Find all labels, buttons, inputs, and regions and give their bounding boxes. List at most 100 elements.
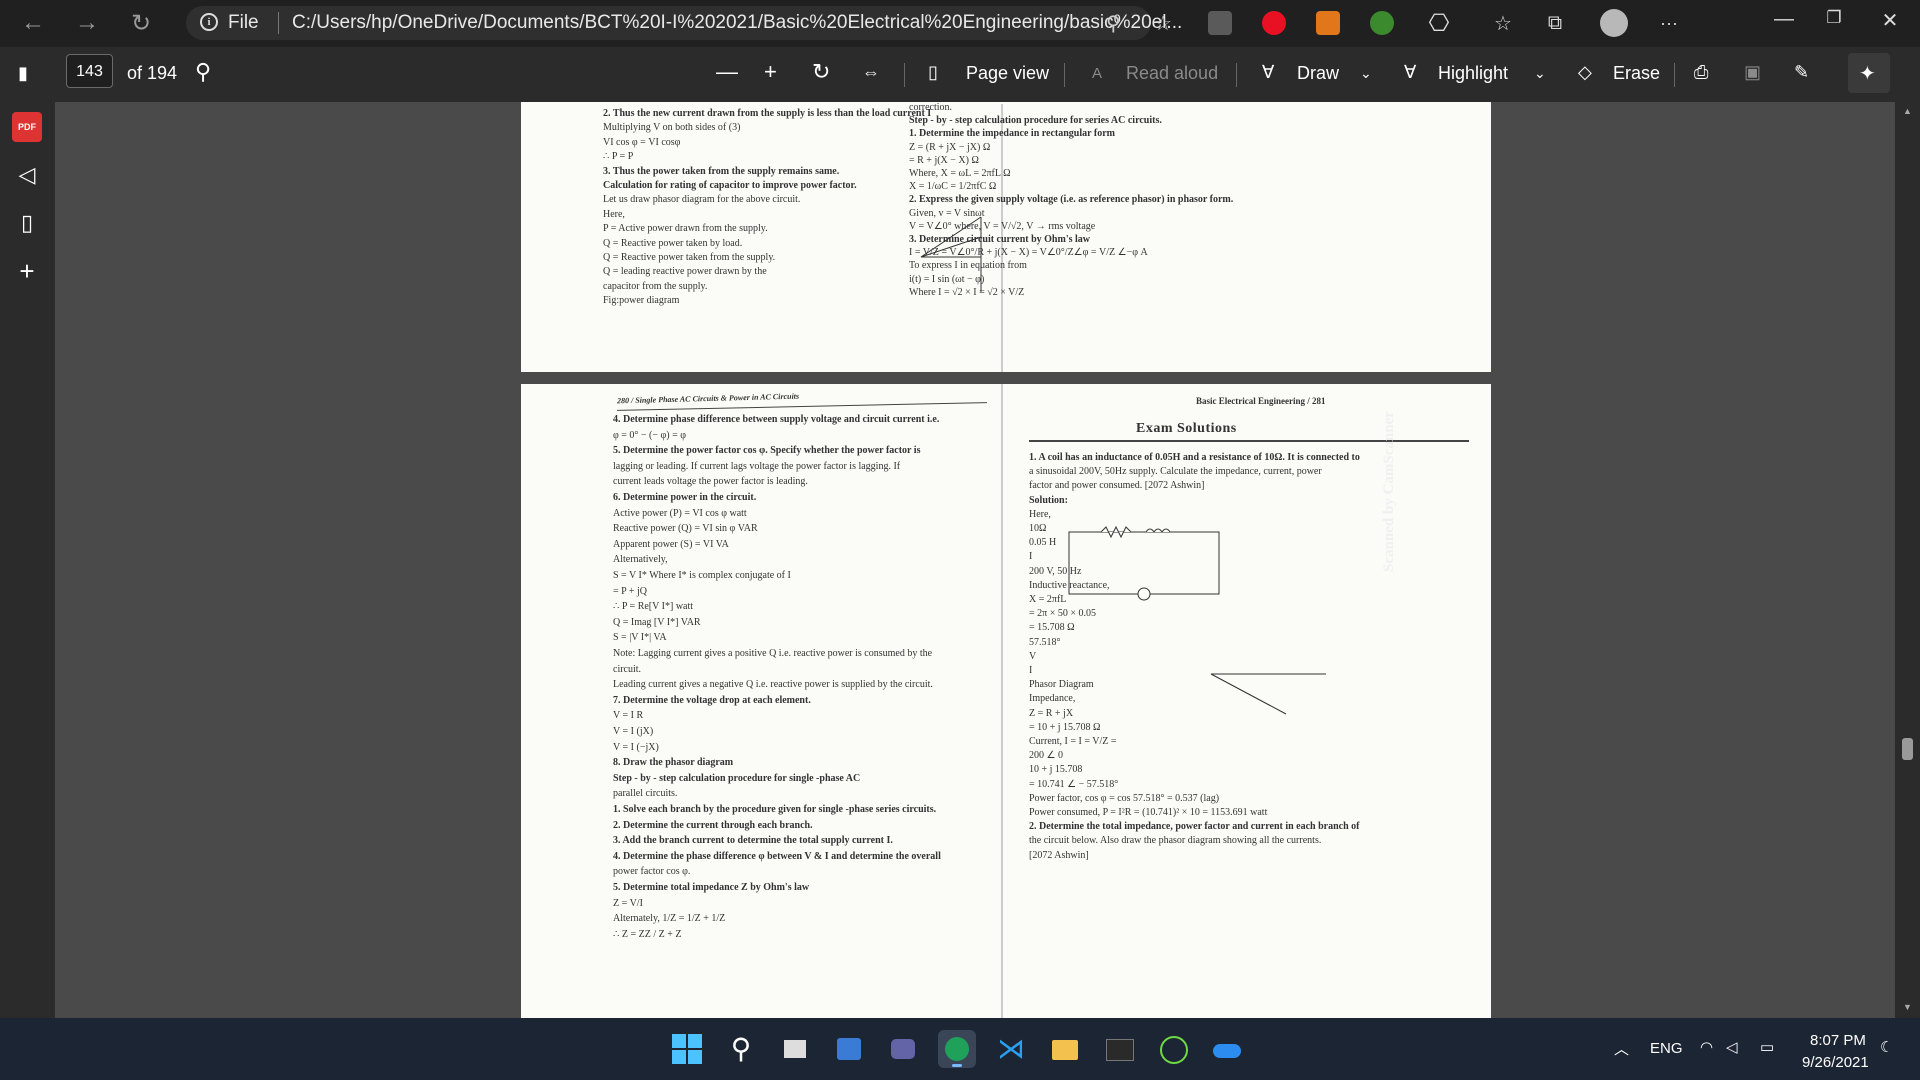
scan-text-line: factor and power consumed. [2072 Ashwin] bbox=[1029, 480, 1205, 492]
profile-avatar[interactable] bbox=[1600, 9, 1628, 37]
scan-text-line: ∴ P = Re[V I*] watt bbox=[613, 601, 694, 613]
scroll-down-icon[interactable]: ▼ bbox=[1903, 1002, 1912, 1012]
draw-icon[interactable]: ∀ bbox=[1262, 62, 1274, 83]
scan-text-line: 0.05 H bbox=[1029, 537, 1057, 549]
taskbar: ⚲ ⋊ ︿ ENG ◠ ◁ ▭ 8:07 PM 9/26/2021 ☾ bbox=[0, 1018, 1920, 1080]
more-menu-icon[interactable]: ··· bbox=[1654, 8, 1684, 38]
file-explorer-icon[interactable] bbox=[1046, 1030, 1084, 1068]
forward-icon[interactable]: → bbox=[72, 8, 102, 38]
pdf-icon[interactable]: PDF bbox=[12, 112, 42, 142]
zoom-out-icon[interactable]: — bbox=[716, 59, 738, 85]
scan-text-line: 1. Solve each branch by the procedure gi… bbox=[613, 804, 937, 815]
search-icon[interactable]: ⚲ bbox=[195, 59, 211, 85]
page-number-input[interactable]: 143 bbox=[66, 54, 113, 88]
scan-text-line: parallel circuits. bbox=[613, 788, 678, 800]
draw-button[interactable]: Draw bbox=[1297, 63, 1339, 84]
edge-icon[interactable] bbox=[938, 1030, 976, 1068]
onedrive-icon[interactable] bbox=[1208, 1030, 1246, 1068]
page-header-right: Basic Electrical Engineering / 281 bbox=[1196, 396, 1326, 406]
toolbar-divider bbox=[1674, 63, 1675, 87]
scan-text-line: S = |V I*| VA bbox=[613, 632, 667, 644]
sidebar-toggle-icon[interactable]: ▮ bbox=[18, 63, 28, 84]
pdf-viewer[interactable]: 2. Thus the new current drawn from the s… bbox=[55, 102, 1895, 1024]
scan-text-line: S = V I* Where I* is complex conjugate o… bbox=[613, 570, 791, 581]
extension-icon-4[interactable] bbox=[1370, 11, 1394, 35]
draw-chevron-down-icon[interactable]: ⌄ bbox=[1360, 65, 1372, 82]
save-as-icon[interactable]: ✎ bbox=[1794, 62, 1809, 83]
scan-text-line: correction. bbox=[909, 102, 953, 113]
scan-text-line: X = 1/ωC = 1/2πfC Ω bbox=[909, 181, 997, 193]
back-icon[interactable]: ← bbox=[18, 8, 48, 38]
erase-icon[interactable]: ◇ bbox=[1578, 62, 1592, 83]
battery-icon[interactable]: ▭ bbox=[1760, 1038, 1774, 1056]
zoom-in-icon[interactable]: + bbox=[764, 59, 777, 85]
scroll-up-icon[interactable]: ▲ bbox=[1903, 106, 1912, 116]
speaker-icon[interactable]: ◁ bbox=[12, 160, 42, 190]
page-view-button[interactable]: Page view bbox=[966, 63, 1049, 84]
pin-toolbar-button[interactable]: ✦ bbox=[1848, 53, 1890, 93]
scan-text-line: = P + jQ bbox=[613, 585, 647, 597]
favorites-icon[interactable]: ☆ bbox=[1488, 8, 1518, 38]
restore-icon[interactable]: ❐ bbox=[1814, 8, 1854, 28]
scan-text-line: 3. Determine circuit current by Ohm's la… bbox=[909, 234, 1090, 245]
highlight-chevron-down-icon[interactable]: ⌄ bbox=[1534, 65, 1546, 82]
scan-text-line: Here, bbox=[1029, 508, 1051, 520]
address-bar[interactable]: i File C:/Users/hp/OneDrive/Documents/BC… bbox=[186, 6, 1182, 40]
add-favorite-icon[interactable]: ☆ bbox=[1148, 8, 1178, 38]
close-icon[interactable]: ✕ bbox=[1870, 8, 1910, 33]
scrollbar-thumb[interactable] bbox=[1902, 738, 1913, 760]
scan-text-line: 10Ω bbox=[1029, 523, 1047, 534]
page-header-left: 280 / Single Phase AC Circuits & Power i… bbox=[616, 391, 800, 406]
clock-time[interactable]: 8:07 PM bbox=[1810, 1032, 1866, 1049]
scan-text-line: Note: Lagging current gives a positive Q… bbox=[613, 648, 933, 659]
url-text[interactable]: C:/Users/hp/OneDrive/Documents/BCT%20I-I… bbox=[292, 12, 1182, 34]
upwork-icon[interactable] bbox=[1154, 1030, 1192, 1068]
info-icon[interactable]: i bbox=[200, 13, 218, 31]
add-icon[interactable]: + bbox=[12, 256, 42, 286]
collections-icon[interactable]: ⧉ bbox=[1540, 8, 1570, 38]
scan-text-line: Impedance, bbox=[1029, 693, 1076, 705]
scan-text-line: = R + j(X − X) Ω bbox=[909, 154, 979, 166]
scan-text-line: 3. Add the branch current to determine t… bbox=[613, 835, 893, 847]
language-indicator[interactable]: ENG bbox=[1650, 1040, 1683, 1057]
scan-text-line: 5. Determine the power factor cos φ. Spe… bbox=[613, 445, 921, 457]
circuit-diagram bbox=[1068, 525, 1220, 601]
clock-date[interactable]: 9/26/2021 bbox=[1802, 1054, 1869, 1071]
highlight-button[interactable]: Highlight bbox=[1438, 63, 1508, 84]
scan-text-line: ∴ Z = ZZ / Z + Z bbox=[613, 928, 682, 940]
start-icon[interactable] bbox=[668, 1030, 706, 1068]
print-icon[interactable]: ⎙ bbox=[1694, 62, 1708, 83]
refresh-icon[interactable]: ↻ bbox=[126, 8, 156, 38]
document-icon[interactable]: ▯ bbox=[12, 208, 42, 238]
left-sidebar: PDF ◁ ▯ + bbox=[0, 102, 55, 1018]
vertical-scrollbar[interactable]: ▲ ▼ bbox=[1895, 102, 1920, 1018]
pin-icon: ✦ bbox=[1859, 63, 1876, 85]
fit-page-icon[interactable]: ⇔ bbox=[862, 62, 880, 83]
page-view-icon[interactable]: ▯ bbox=[928, 62, 938, 83]
extension-icon-1[interactable] bbox=[1208, 11, 1232, 35]
scan-text-line: 2. Thus the new current drawn from the s… bbox=[603, 108, 932, 119]
highlight-icon[interactable]: ∀ bbox=[1404, 62, 1416, 83]
scan-text-line: i(t) = I sin (ωt − φ) bbox=[909, 273, 985, 285]
teams-chat-icon[interactable] bbox=[884, 1030, 922, 1068]
scan-text-line: Q = Imag [V I*] VAR bbox=[613, 616, 701, 628]
rotate-icon[interactable]: ↻ bbox=[812, 59, 830, 85]
toolbar-divider bbox=[1236, 63, 1237, 87]
volume-icon[interactable]: ◁ bbox=[1726, 1038, 1738, 1056]
search-icon[interactable]: ⚲ bbox=[722, 1030, 760, 1068]
show-hidden-icons-icon[interactable]: ︿ bbox=[1614, 1038, 1629, 1059]
zoom-icon[interactable]: ⚲ bbox=[1106, 11, 1121, 36]
extensions-icon[interactable]: ⎔ bbox=[1424, 8, 1454, 38]
terminal-icon[interactable] bbox=[1100, 1030, 1138, 1068]
metamask-icon[interactable] bbox=[1316, 11, 1340, 35]
vscode-icon[interactable]: ⋊ bbox=[992, 1030, 1030, 1068]
scan-text-line: P = Active power drawn from the supply. bbox=[603, 223, 768, 235]
task-view-icon[interactable] bbox=[776, 1030, 814, 1068]
widgets-icon[interactable] bbox=[830, 1030, 868, 1068]
extension-icon-2[interactable] bbox=[1262, 11, 1286, 35]
erase-button[interactable]: Erase bbox=[1613, 63, 1660, 84]
wifi-icon[interactable]: ◠ bbox=[1700, 1038, 1713, 1056]
notifications-icon[interactable]: ☾ bbox=[1880, 1038, 1893, 1056]
minimize-icon[interactable]: — bbox=[1764, 8, 1804, 31]
camscanner-watermark: Scanned by CamScanner bbox=[1381, 411, 1397, 572]
